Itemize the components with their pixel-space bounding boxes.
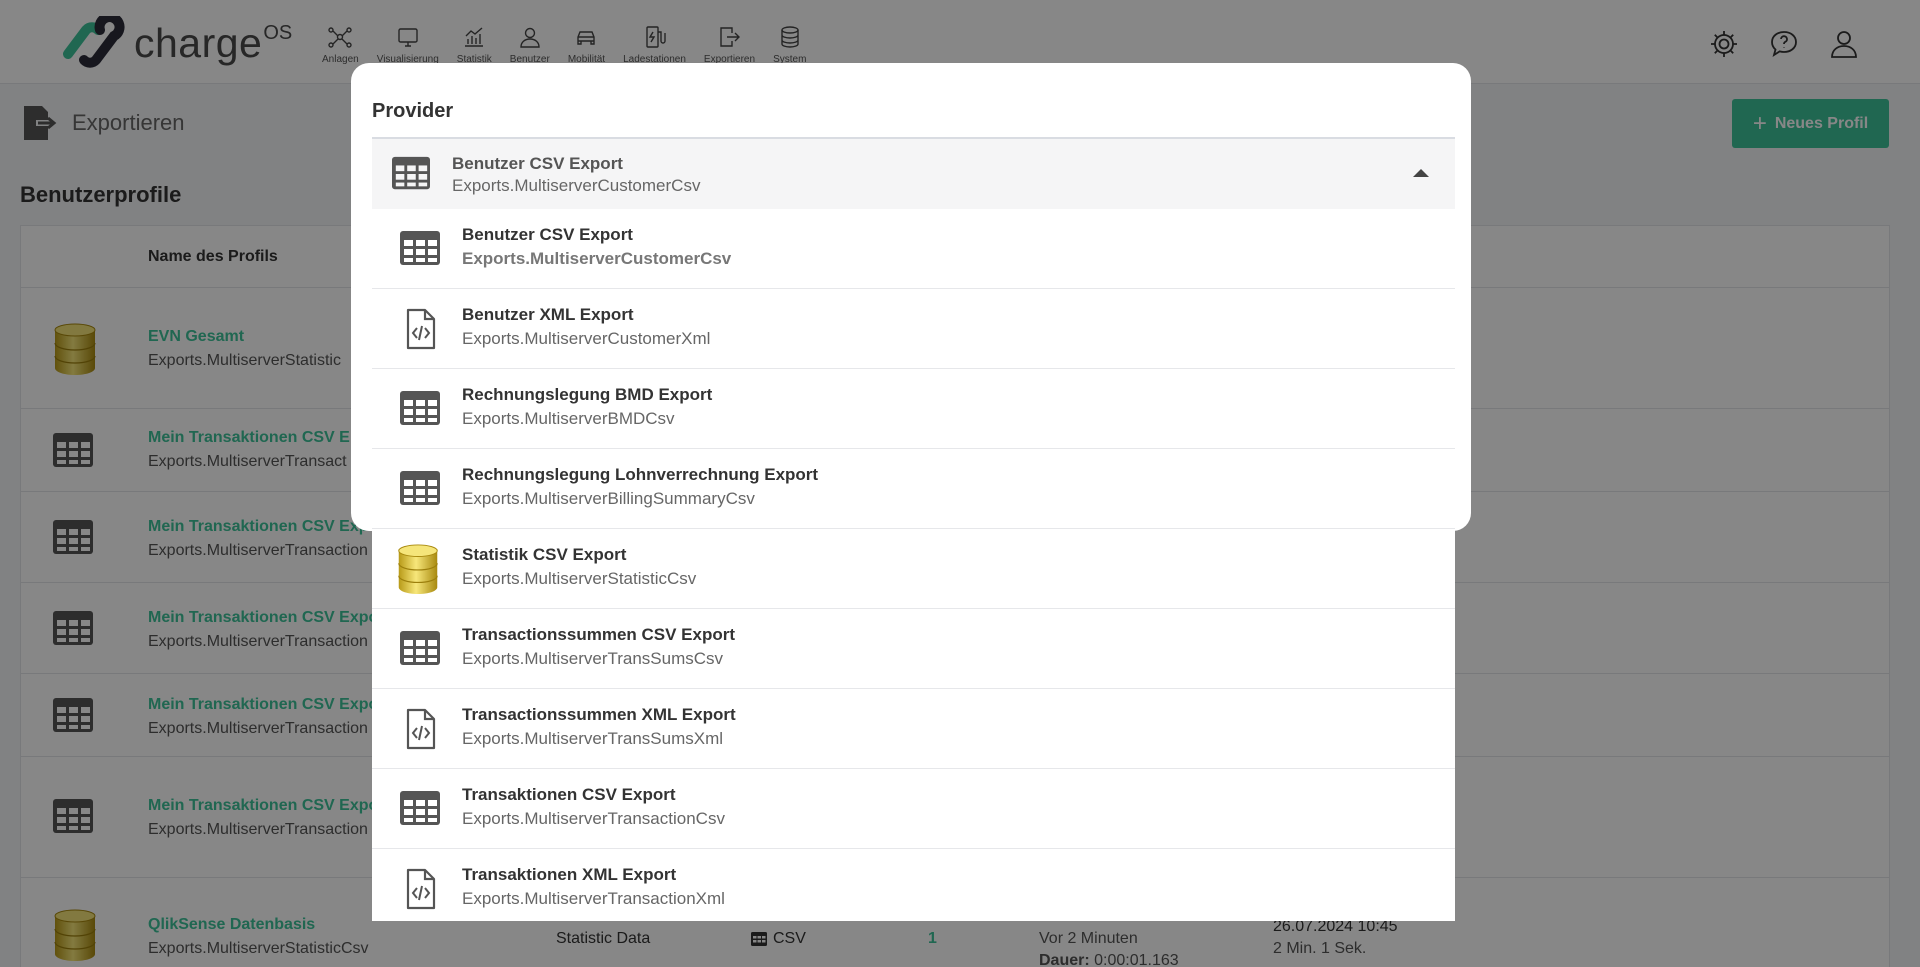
option-title: Statistik CSV Export [462,545,627,564]
caret-up-icon[interactable] [1413,169,1429,177]
option-sub: Exports.MultiserverCustomerXml [462,329,711,348]
option-title: Transaktionen CSV Export [462,785,676,804]
table-icon [400,791,440,825]
provider-option[interactable]: Transaktionen XML Export Exports.Multise… [372,849,1455,929]
provider-option[interactable]: Transaktionen CSV Export Exports.Multise… [372,769,1455,849]
provider-option[interactable]: Benutzer XML Export Exports.MultiserverC… [372,289,1455,369]
table-icon [400,391,440,425]
provider-option[interactable]: Transactionssummen CSV Export Exports.Mu… [372,609,1455,689]
option-title: Transaktionen XML Export [462,865,677,884]
xml-file-icon [406,308,436,350]
table-icon [400,631,440,665]
provider-option[interactable]: Rechnungslegung Lohnverrechnung Export E… [372,449,1455,529]
selected-provider-sub: Exports.MultiserverCustomerCsv [452,176,701,195]
table-icon [400,471,440,505]
provider-option[interactable]: Statistik CSV Export Exports.Multiserver… [372,529,1455,609]
option-sub: Exports.MultiserverCustomerCsv [462,249,732,268]
table-icon [400,231,440,265]
provider-label: Provider [372,100,454,122]
option-title: Transactionssummen XML Export [462,705,736,724]
provider-select[interactable]: Benutzer CSV Export Exports.MultiserverC… [372,137,1455,210]
option-title: Benutzer XML Export [462,305,634,324]
provider-option[interactable]: Transactionssummen XML Export Exports.Mu… [372,689,1455,769]
provider-dropdown-list: Benutzer CSV Export Exports.MultiserverC… [372,209,1455,921]
database-icon [398,544,438,595]
option-sub: Exports.MultiserverBillingSummaryCsv [462,489,755,508]
option-sub: Exports.MultiserverBMDCsv [462,409,675,428]
option-sub: Exports.MultiserverTransSumsCsv [462,649,724,668]
option-title: Benutzer CSV Export [462,225,633,244]
selected-provider-title: Benutzer CSV Export [452,154,623,173]
option-sub: Exports.MultiserverTransactionCsv [462,809,725,828]
provider-option[interactable]: Benutzer CSV Export Exports.MultiserverC… [372,209,1455,289]
option-sub: Exports.MultiserverStatisticCsv [462,569,697,588]
option-title: Transactionssummen CSV Export [462,625,736,644]
table-icon [392,156,430,190]
option-title: Rechnungslegung BMD Export [462,385,713,404]
provider-option[interactable]: Rechnungslegung BMD Export Exports.Multi… [372,369,1455,449]
xml-file-icon [406,868,436,910]
option-sub: Exports.MultiserverTransSumsXml [462,729,724,748]
xml-file-icon [406,708,436,750]
option-title: Rechnungslegung Lohnverrechnung Export [462,465,819,484]
option-sub: Exports.MultiserverTransactionXml [462,889,725,908]
